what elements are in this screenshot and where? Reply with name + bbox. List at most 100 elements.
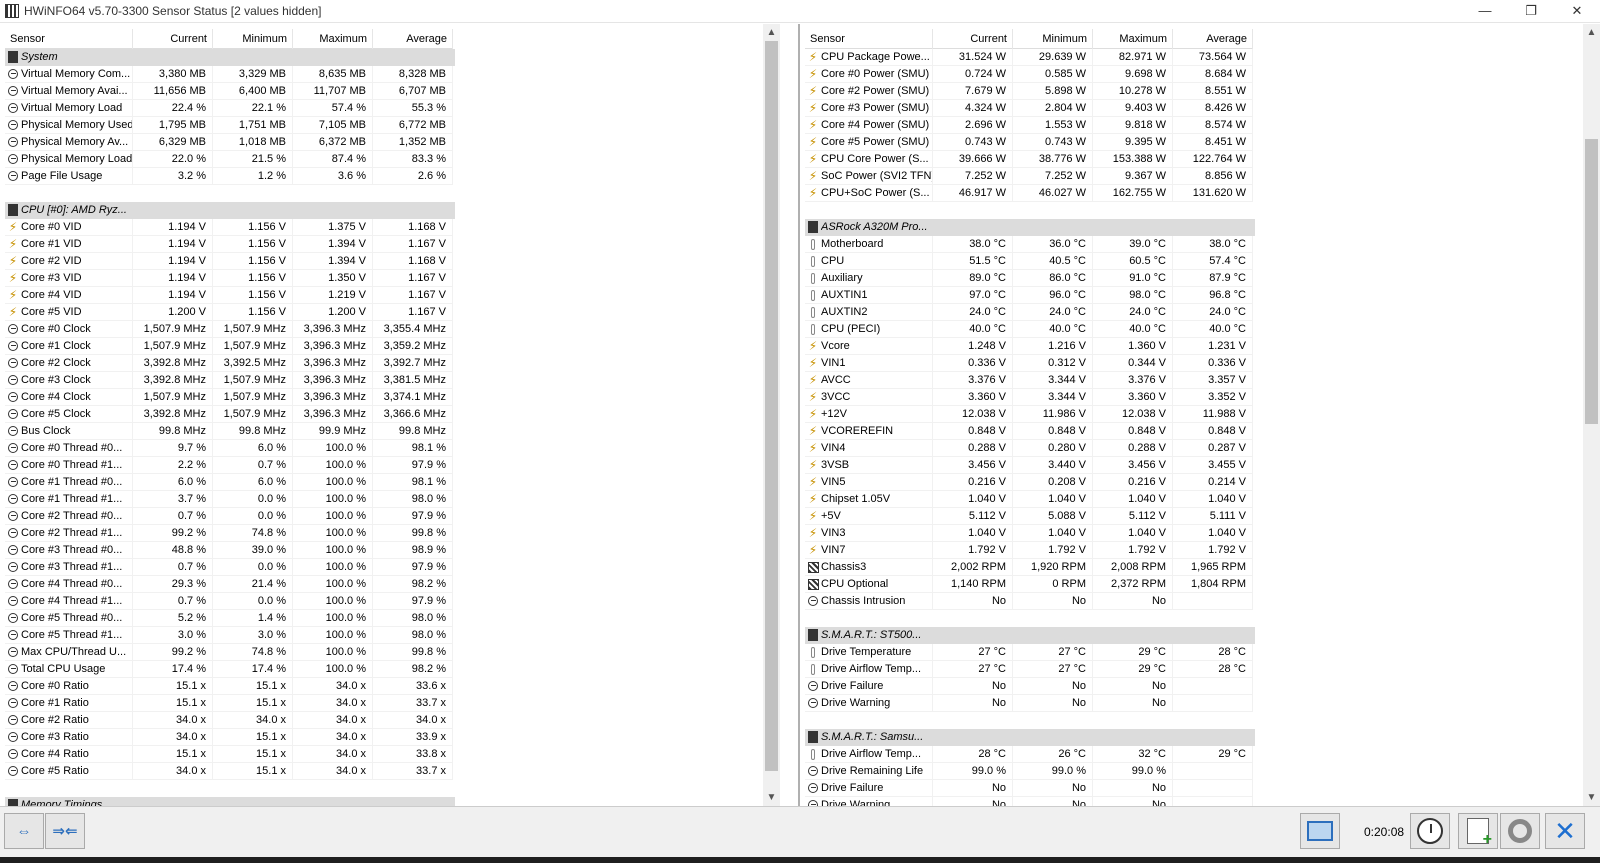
sensor-row[interactable]: Core #1 Clock 1,507.9 MHz 1,507.9 MHz 3,396… [5,338,455,355]
expand-columns-button[interactable]: ⇔ [4,813,44,849]
scroll-thumb[interactable] [1585,139,1598,424]
sensor-row[interactable]: Drive Temperature 27 °C 27 °C 29 °C 28 °C [805,644,1255,661]
sensor-row[interactable]: Physical Memory Used 1,795 MB 1,751 MB 7,10… [5,117,455,134]
sensor-row[interactable]: Core #1 Thread #0... 6.0 % 6.0 % 100.0 % 98.… [5,474,455,491]
sensor-row[interactable]: ⚡ VCOREREFIN 0.848 V 0.848 V 0.848 V 0.848 V [805,423,1255,440]
sensor-row[interactable]: Core #4 Clock 1,507.9 MHz 1,507.9 MHz 3,396… [5,389,455,406]
sensor-row[interactable]: Core #1 Ratio 15.1 x 15.1 x 34.0 x 33.7 x [5,695,455,712]
column-header-average[interactable]: Average [1173,29,1253,49]
column-header-sensor[interactable]: Sensor [5,29,133,49]
sensor-row[interactable]: Drive Airflow Temp... 27 °C 27 °C 29 °C 28 °… [805,661,1255,678]
sensor-row[interactable]: ⚡ +5V 5.112 V 5.088 V 5.112 V 5.111 V [805,508,1255,525]
sensor-group-header[interactable]: ASRock A320M Pro... [805,219,1255,236]
sensor-row[interactable]: ⚡ Core #4 Power (SMU) 2.696 W 1.553 W 9.818 … [805,117,1255,134]
sensor-row[interactable]: ⚡ +12V 12.038 V 11.986 V 12.038 V 11.988 V [805,406,1255,423]
sensor-row[interactable]: Physical Memory Load 22.0 % 21.5 % 87.4 % 83… [5,151,455,168]
sensor-row[interactable]: ⚡ Core #2 VID 1.194 V 1.156 V 1.394 V 1.168 V [5,253,455,270]
scroll-up-arrow-icon[interactable]: ▲ [763,24,780,41]
maximize-button[interactable]: ❐ [1508,0,1554,22]
sensor-row[interactable]: Core #4 Ratio 15.1 x 15.1 x 34.0 x 33.8 x [5,746,455,763]
sensor-row[interactable]: Virtual Memory Com... 3,380 MB 3,329 MB 8,6… [5,66,455,83]
sensor-row[interactable]: Core #0 Thread #0... 9.7 % 6.0 % 100.0 % 98.… [5,440,455,457]
sensor-row[interactable]: Chassis3 2,002 RPM 1,920 RPM 2,008 RPM 1,965… [805,559,1255,576]
sensor-row[interactable]: ⚡ 3VCC 3.360 V 3.344 V 3.360 V 3.352 V [805,389,1255,406]
sensor-row[interactable]: AUXTIN2 24.0 °C 24.0 °C 24.0 °C 24.0 °C [805,304,1255,321]
sensor-row[interactable]: Auxiliary 89.0 °C 86.0 °C 91.0 °C 87.9 °C [805,270,1255,287]
vertical-scrollbar[interactable]: ▲ ▼ [1583,24,1600,806]
column-header-current[interactable]: Current [133,29,213,49]
sensor-row[interactable]: Core #4 Thread #1... 0.7 % 0.0 % 100.0 % 97.… [5,593,455,610]
sensor-row[interactable]: Motherboard 38.0 °C 36.0 °C 39.0 °C 38.0 °C [805,236,1255,253]
sensor-row[interactable]: ⚡ CPU+SoC Power (S... 46.917 W 46.027 W 162.… [805,185,1255,202]
sensor-row[interactable]: Bus Clock 99.8 MHz 99.8 MHz 99.9 MHz 99.8 MH… [5,423,455,440]
sensor-row[interactable]: Core #2 Thread #0... 0.7 % 0.0 % 100.0 % 97.… [5,508,455,525]
settings-button[interactable] [1500,813,1540,849]
reset-timer-button[interactable] [1410,813,1450,849]
column-header-minimum[interactable]: Minimum [213,29,293,49]
column-header-minimum[interactable]: Minimum [1013,29,1093,49]
sensor-group-header[interactable]: S.M.A.R.T.: ST500... [805,627,1255,644]
sensor-row[interactable]: ⚡ VIN4 0.288 V 0.280 V 0.288 V 0.287 V [805,440,1255,457]
sensor-group-header[interactable]: System [5,49,455,66]
scroll-thumb[interactable] [765,41,778,771]
sensor-row[interactable]: ⚡ AVCC 3.376 V 3.344 V 3.376 V 3.357 V [805,372,1255,389]
sensor-row[interactable]: Drive Remaining Life 99.0 % 99.0 % 99.0 % [805,763,1255,780]
column-header-average[interactable]: Average [373,29,453,49]
sensor-row[interactable]: ⚡ SoC Power (SVI2 TFN) 7.252 W 7.252 W 9.367… [805,168,1255,185]
sensor-row[interactable]: Core #2 Clock 3,392.8 MHz 3,392.5 MHz 3,396… [5,355,455,372]
sensor-row[interactable]: ⚡ CPU Core Power (S... 39.666 W 38.776 W 153… [805,151,1255,168]
sensor-row[interactable]: Max CPU/Thread U... 99.2 % 74.8 % 100.0 % 99… [5,644,455,661]
sensor-row[interactable]: Drive Failure No No No [805,780,1255,797]
sensor-row[interactable]: Drive Airflow Temp... 28 °C 26 °C 32 °C 29 °… [805,746,1255,763]
column-header-maximum[interactable]: Maximum [1093,29,1173,49]
sensor-group-header[interactable]: CPU [#0]: AMD Ryz... [5,202,455,219]
sensor-row[interactable]: ⚡ VIN5 0.216 V 0.208 V 0.216 V 0.214 V [805,474,1255,491]
sensor-row[interactable]: Virtual Memory Avai... 11,656 MB 6,400 MB 1… [5,83,455,100]
sensor-row[interactable]: Chassis Intrusion No No No [805,593,1255,610]
sensor-row[interactable]: ⚡ VIN3 1.040 V 1.040 V 1.040 V 1.040 V [805,525,1255,542]
collapse-columns-button[interactable]: ⇒⇐ [45,813,85,849]
sensor-row[interactable]: ⚡ CPU Package Powe... 31.524 W 29.639 W 82.9… [805,49,1255,66]
sensor-row[interactable]: CPU Optional 1,140 RPM 0 RPM 2,372 RPM 1,804… [805,576,1255,593]
sensor-row[interactable]: Core #3 Thread #0... 48.8 % 39.0 % 100.0 % 9… [5,542,455,559]
sensor-row[interactable]: ⚡ Core #0 VID 1.194 V 1.156 V 1.375 V 1.168 V [5,219,455,236]
sensor-row[interactable]: ⚡ Core #3 VID 1.194 V 1.156 V 1.350 V 1.167 V [5,270,455,287]
sensor-row[interactable]: ⚡ VIN7 1.792 V 1.792 V 1.792 V 1.792 V [805,542,1255,559]
sensor-row[interactable]: ⚡ VIN1 0.336 V 0.312 V 0.344 V 0.336 V [805,355,1255,372]
sensor-row[interactable]: ⚡ Core #5 Power (SMU) 0.743 W 0.743 W 9.395 … [805,134,1255,151]
sensor-row[interactable]: Core #5 Clock 3,392.8 MHz 1,507.9 MHz 3,396… [5,406,455,423]
sensor-row[interactable]: ⚡ Core #5 VID 1.200 V 1.156 V 1.200 V 1.167 V [5,304,455,321]
sensor-row[interactable]: Core #0 Clock 1,507.9 MHz 1,507.9 MHz 3,396… [5,321,455,338]
sensor-row[interactable]: Drive Warning No No No [805,797,1255,806]
sensor-row[interactable]: Core #3 Ratio 34.0 x 15.1 x 34.0 x 33.9 x [5,729,455,746]
column-header-maximum[interactable]: Maximum [293,29,373,49]
column-header-sensor[interactable]: Sensor [805,29,933,49]
sensor-row[interactable]: Core #0 Thread #1... 2.2 % 0.7 % 100.0 % 97.… [5,457,455,474]
sensor-row[interactable]: Core #0 Ratio 15.1 x 15.1 x 34.0 x 33.6 x [5,678,455,695]
sensor-row[interactable]: Core #3 Thread #1... 0.7 % 0.0 % 100.0 % 97.… [5,559,455,576]
scroll-up-arrow-icon[interactable]: ▲ [1583,24,1600,41]
sensor-row[interactable]: Core #3 Clock 3,392.8 MHz 1,507.9 MHz 3,396… [5,372,455,389]
sensor-row[interactable]: Physical Memory Av... 6,329 MB 1,018 MB 6,3… [5,134,455,151]
sensor-row[interactable]: ⚡ Vcore 1.248 V 1.216 V 1.360 V 1.231 V [805,338,1255,355]
network-button[interactable] [1300,813,1340,849]
sensor-row[interactable]: CPU 51.5 °C 40.5 °C 60.5 °C 57.4 °C [805,253,1255,270]
sensor-row[interactable]: Page File Usage 3.2 % 1.2 % 3.6 % 2.6 % [5,168,455,185]
sensor-row[interactable]: ⚡ Core #3 Power (SMU) 4.324 W 2.804 W 9.403 … [805,100,1255,117]
sensor-row[interactable]: Core #2 Thread #1... 99.2 % 74.8 % 100.0 % 9… [5,525,455,542]
logging-button[interactable] [1458,813,1498,849]
sensor-row[interactable]: Core #4 Thread #0... 29.3 % 21.4 % 100.0 % 9… [5,576,455,593]
sensor-row[interactable]: Virtual Memory Load 22.4 % 22.1 % 57.4 % 55.… [5,100,455,117]
sensor-row[interactable]: Core #5 Ratio 34.0 x 15.1 x 34.0 x 33.7 x [5,763,455,780]
sensor-row[interactable]: ⚡ Core #4 VID 1.194 V 1.156 V 1.219 V 1.167 V [5,287,455,304]
sensor-row[interactable]: Core #2 Ratio 34.0 x 34.0 x 34.0 x 34.0 x [5,712,455,729]
sensor-row[interactable]: ⚡ Core #1 VID 1.194 V 1.156 V 1.394 V 1.167 V [5,236,455,253]
close-button[interactable]: ✕ [1554,0,1600,22]
sensor-row[interactable]: Total CPU Usage 17.4 % 17.4 % 100.0 % 98.2 % [5,661,455,678]
sensor-group-header[interactable]: S.M.A.R.T.: Samsu... [805,729,1255,746]
column-header-current[interactable]: Current [933,29,1013,49]
sensor-row[interactable]: Core #1 Thread #1... 3.7 % 0.0 % 100.0 % 98.… [5,491,455,508]
scroll-down-arrow-icon[interactable]: ▼ [763,789,780,806]
sensor-row[interactable]: Drive Warning No No No [805,695,1255,712]
sensor-row[interactable]: ⚡ Core #2 Power (SMU) 7.679 W 5.898 W 10.278… [805,83,1255,100]
